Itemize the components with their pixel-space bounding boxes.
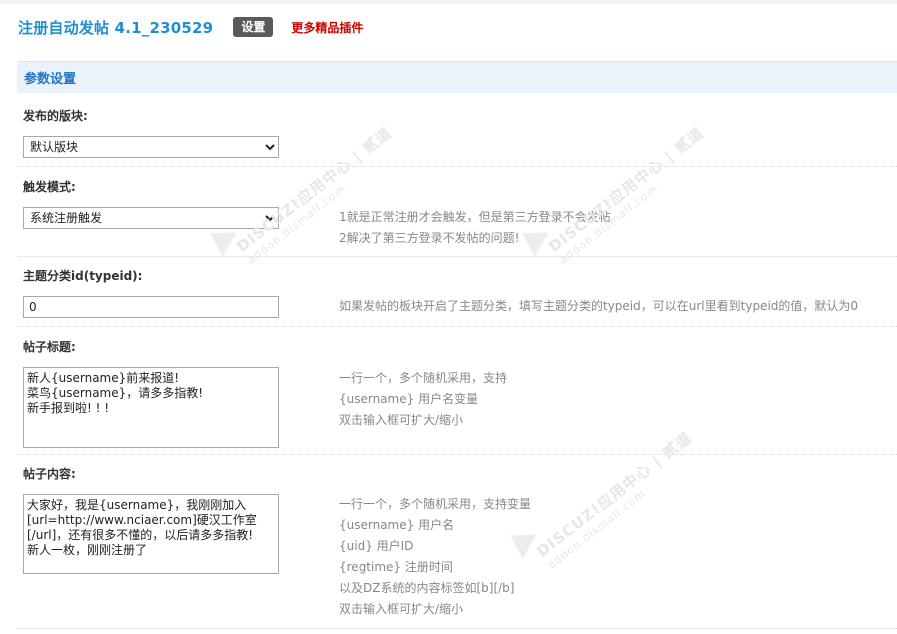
section-title: 参数设置	[24, 72, 77, 87]
trigger-select[interactable]: 系统注册触发	[23, 207, 279, 229]
help-line: 如果发帖的板块开启了主题分类，填写主题分类的typeid，可以在url里看到ty…	[339, 299, 859, 313]
post-title-textarea[interactable]: 新人{username}前来报道! 菜鸟{username}，请多多指教! 新手…	[23, 367, 279, 448]
divider	[17, 628, 897, 629]
help-line: 双击输入框可扩大/缩小	[339, 413, 464, 427]
trigger-help: 1就是正常注册才会触发，但是第三方登录不会发帖 2解决了第三方登录不发帖的问题!	[339, 207, 611, 249]
forum-select[interactable]: 默认版块	[23, 136, 279, 158]
trigger-label: 触发模式:	[23, 180, 76, 194]
post-content-textarea[interactable]: 大家好，我是{username}，我刚刚加入[url=http://www.nc…	[23, 494, 279, 574]
post-content-help: 一行一个，多个随机采用，支持变量 {username} 用户名 {uid} 用户…	[339, 494, 531, 620]
help-line: 1就是正常注册才会触发，但是第三方登录不会发帖	[339, 210, 611, 224]
help-line: 一行一个，多个随机采用，支持变量	[339, 497, 532, 511]
settings-button[interactable]: 设置	[233, 17, 274, 37]
section-header: 参数设置	[17, 61, 897, 93]
forum-label: 发布的版块:	[23, 109, 88, 123]
help-line: {uid} 用户ID	[339, 539, 414, 553]
divider	[17, 256, 897, 257]
watermark-brand: DISCUZ!应用中心 | 贰道	[533, 428, 696, 561]
typeid-input[interactable]	[23, 296, 279, 318]
help-line: {regtime} 注册时间	[339, 560, 453, 574]
divider	[17, 326, 897, 327]
plugin-header: 注册自动发帖 4.1_230529 设置 更多精品插件	[18, 16, 363, 38]
help-line: {username} 用户名	[339, 518, 455, 532]
help-line: {username} 用户名变量	[339, 392, 479, 406]
watermark: DISCUZ!应用中心 | 贰道 addon.dismall.com	[532, 427, 704, 572]
more-plugins-link[interactable]: 更多精品插件	[291, 19, 363, 36]
post-title-help: 一行一个，多个随机采用，支持 {username} 用户名变量 双击输入框可扩大…	[339, 368, 507, 431]
plugin-title: 注册自动发帖 4.1_230529	[18, 18, 214, 37]
help-line: 以及DZ系统的内容标签如[b][/b]	[339, 581, 515, 595]
help-line: 双击输入框可扩大/缩小	[339, 602, 464, 616]
typeid-help: 如果发帖的板块开启了主题分类，填写主题分类的typeid，可以在url里看到ty…	[339, 296, 858, 317]
typeid-label: 主题分类id(typeid):	[23, 269, 143, 283]
watermark-domain: addon.dismall.com	[544, 486, 649, 572]
divider	[17, 166, 897, 167]
help-line: 2解决了第三方登录不发帖的问题!	[339, 231, 520, 245]
post-title-label: 帖子标题:	[23, 340, 76, 354]
help-line: 一行一个，多个随机采用，支持	[339, 371, 508, 385]
post-content-label: 帖子内容:	[23, 467, 76, 481]
top-strip	[0, 0, 897, 4]
divider	[17, 454, 897, 455]
